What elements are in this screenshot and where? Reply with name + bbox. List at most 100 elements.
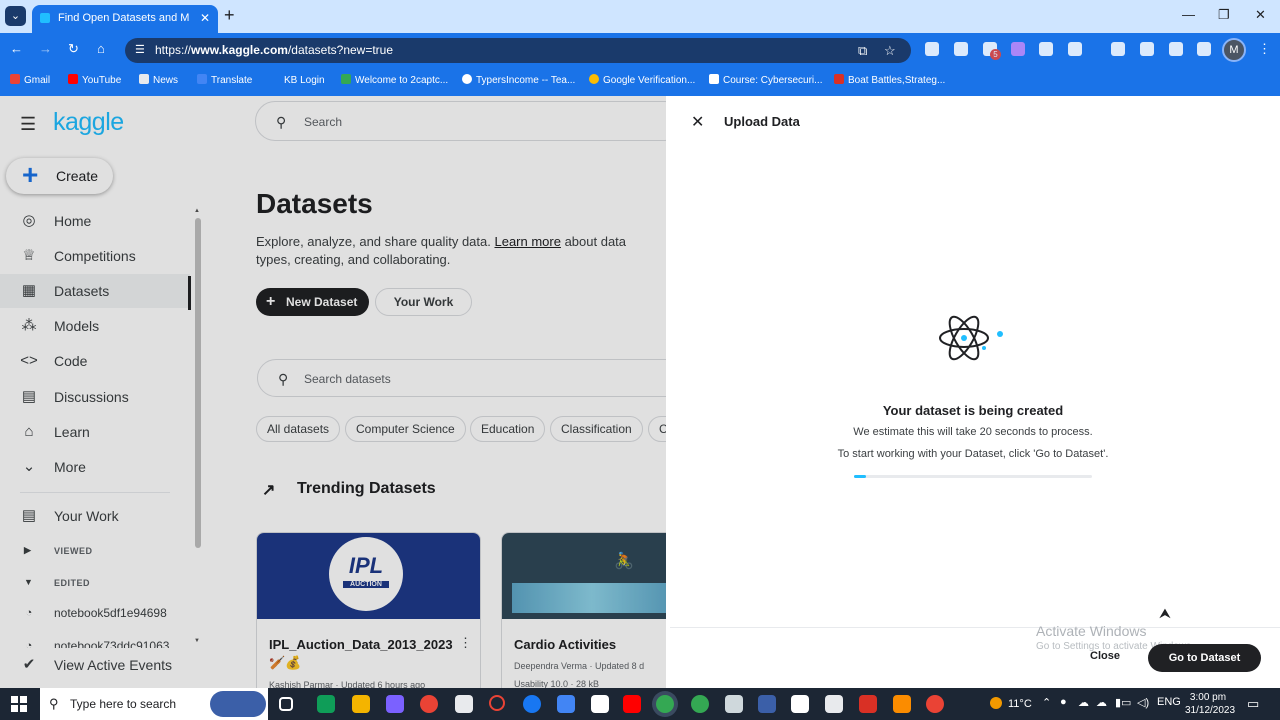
url-path: /datasets?new=true	[287, 43, 394, 57]
address-bar[interactable]: ☰ https://www.kaggle.com/datasets?new=tr…	[125, 38, 911, 63]
bookmark-course[interactable]: Course: Cybersecuri...	[709, 74, 822, 86]
taskbar-clock[interactable]: 3:00 pm 31/12/2023	[1185, 691, 1235, 717]
weather-widget[interactable]: 11°C	[990, 697, 1032, 710]
tray-app-icon[interactable]: ●	[1060, 696, 1067, 708]
calculator-icon[interactable]	[825, 695, 843, 713]
reload-icon[interactable]: ↻	[68, 41, 79, 57]
extension-pen-icon[interactable]	[1039, 42, 1053, 56]
weather-sun-icon	[990, 697, 1002, 709]
app-icon[interactable]	[386, 695, 404, 713]
notepad-icon[interactable]	[591, 695, 609, 713]
verification-icon	[589, 74, 599, 84]
extension-gem-icon[interactable]	[954, 42, 968, 56]
file-explorer-icon[interactable]	[352, 695, 370, 713]
windows-taskbar: ⚲ Type here to search 11°C ⌃ ● ☁ ☁ ▮ ▭ ◁)…	[0, 688, 1280, 720]
tab-title: Find Open Datasets and Mach	[58, 12, 190, 24]
translate-icon	[197, 74, 207, 84]
windows-start-icon[interactable]	[11, 696, 27, 712]
kaggle-page: ☰ kaggle + Create ◎ Home ♕ Competitions ▦ Da…	[0, 96, 1280, 688]
download-icon[interactable]	[1169, 42, 1183, 56]
chrome-alt-icon[interactable]	[926, 695, 944, 713]
site-info-icon[interactable]: ☰	[135, 38, 145, 63]
tray-expand-icon[interactable]: ⌃	[1042, 696, 1051, 709]
cloud-icon[interactable]: ☁	[1096, 696, 1107, 709]
bookmark-google-verification[interactable]: Google Verification...	[589, 74, 695, 86]
tab-strip: ⌄ Find Open Datasets and Mach ✕ + — ❐ ✕	[0, 0, 1280, 33]
battery-icon[interactable]: ▭	[1121, 696, 1131, 709]
new-tab-button[interactable]: +	[224, 5, 235, 26]
panel-title: Upload Data	[724, 114, 800, 129]
youtube-icon	[68, 74, 78, 84]
upload-progress-bar	[854, 475, 1092, 478]
status-estimate: We estimate this will take 20 seconds to…	[853, 426, 1093, 438]
bookmark-kb-login[interactable]: KB Login	[270, 74, 325, 86]
active-tab[interactable]: Find Open Datasets and Mach ✕	[32, 5, 218, 33]
task-view-icon[interactable]	[279, 697, 293, 711]
bookmark-youtube[interactable]: YouTube	[68, 74, 121, 86]
extension-purple-icon[interactable]	[1011, 42, 1025, 56]
volume-icon[interactable]: ◁)	[1137, 696, 1149, 709]
bookmarks-bar: Gmail YouTube News Translate KB Login We…	[0, 67, 1280, 96]
tab-close-icon[interactable]: ✕	[200, 5, 210, 31]
go-to-dataset-button[interactable]: Go to Dataset	[1148, 644, 1261, 672]
side-panel-icon[interactable]	[1197, 42, 1211, 56]
minimize-icon[interactable]: —	[1182, 7, 1195, 22]
home-icon[interactable]: ⌂	[97, 41, 105, 56]
taskbar-search-input[interactable]: ⚲ Type here to search	[40, 688, 268, 720]
facebook-icon[interactable]	[523, 695, 541, 713]
back-icon[interactable]: ←	[10, 41, 23, 56]
browser-menu-icon[interactable]: ⋮	[1258, 41, 1271, 57]
bookmark-typersincome[interactable]: TypersIncome -- Tea...	[462, 74, 575, 86]
bookmark-star-icon[interactable]: ☆	[884, 38, 896, 63]
2captcha-icon	[341, 74, 351, 84]
capcut-icon[interactable]	[791, 695, 809, 713]
search-icon: ⚲	[49, 696, 59, 711]
bookmark-2captcha[interactable]: Welcome to 2captc...	[341, 74, 448, 86]
atom-loading-icon	[939, 315, 1003, 361]
screen-share-icon[interactable]: ⧉	[858, 38, 867, 63]
edge-icon[interactable]	[317, 695, 335, 713]
language-indicator[interactable]: ENG	[1157, 696, 1181, 708]
kb-login-icon	[270, 74, 280, 84]
extension-drive-icon[interactable]	[925, 42, 939, 56]
reading-list-icon[interactable]	[1140, 42, 1154, 56]
gmail-icon	[10, 74, 20, 84]
extensions-puzzle-icon[interactable]	[1068, 42, 1082, 56]
bookmark-translate[interactable]: Translate	[197, 74, 252, 86]
notes-icon[interactable]	[725, 695, 743, 713]
onedrive-icon[interactable]: ☁	[1078, 696, 1089, 709]
globe-icon	[462, 74, 472, 84]
notification-icon[interactable]: ▭	[1247, 696, 1259, 712]
close-button[interactable]: Close	[1090, 650, 1120, 662]
upload-data-panel: ✕ Upload Data Your dataset is being crea…	[666, 96, 1280, 688]
chrome-icon[interactable]	[420, 695, 438, 713]
footer-divider	[670, 627, 1280, 628]
java-icon[interactable]	[893, 695, 911, 713]
chrome-active-icon[interactable]	[656, 695, 674, 713]
boat-battles-icon	[834, 74, 844, 84]
activate-windows-title: Activate Windows	[1036, 623, 1147, 639]
sync-icon[interactable]	[1111, 42, 1125, 56]
store-icon[interactable]	[455, 695, 473, 713]
bookmark-news[interactable]: News	[139, 74, 178, 86]
progress-fill	[854, 475, 866, 478]
extension-badge-icon[interactable]: 5	[983, 42, 1001, 60]
bookmark-boat-battles[interactable]: Boat Battles,Strateg...	[834, 74, 945, 86]
pdf-icon[interactable]	[859, 695, 877, 713]
tab-search-button[interactable]: ⌄	[5, 6, 26, 26]
course-icon	[709, 74, 719, 84]
mail-icon[interactable]	[557, 695, 575, 713]
forward-icon[interactable]: →	[39, 41, 52, 56]
modal-backdrop[interactable]	[0, 96, 666, 688]
vpn-icon[interactable]	[758, 695, 776, 713]
youtube-icon[interactable]	[623, 695, 641, 713]
opera-icon[interactable]	[489, 695, 505, 711]
browser-toolbar: ← → ↻ ⌂ ☰ https://www.kaggle.com/dataset…	[0, 33, 1280, 67]
restore-icon[interactable]: ❐	[1218, 7, 1230, 23]
extension-badge-count: 5	[990, 49, 1001, 60]
window-close-icon[interactable]: ✕	[1255, 7, 1266, 23]
bookmark-gmail[interactable]: Gmail	[10, 74, 50, 86]
profile-avatar[interactable]: M	[1222, 38, 1246, 62]
chrome-profile-icon[interactable]	[691, 695, 709, 713]
close-icon[interactable]: ✕	[691, 112, 704, 132]
